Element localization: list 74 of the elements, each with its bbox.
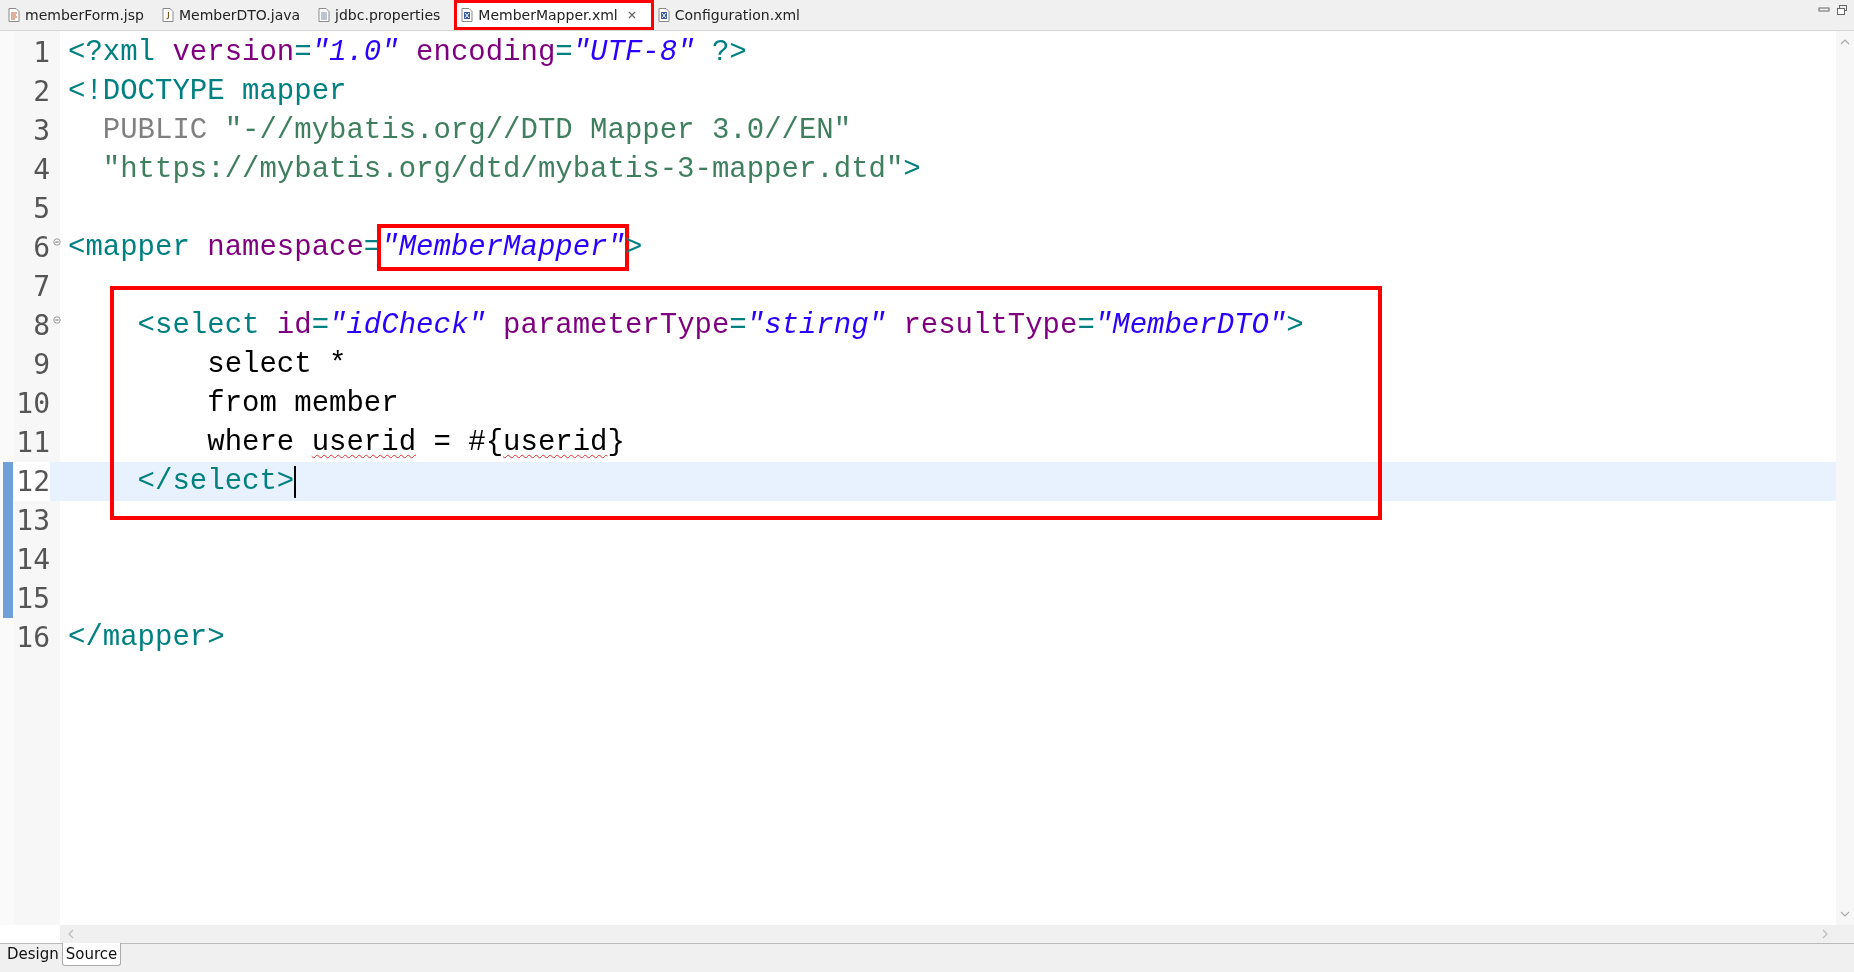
line-number: 16 (15, 620, 50, 656)
line-number: 6 (32, 230, 50, 266)
xml-file-icon (657, 8, 670, 22)
code-token: select * (206, 347, 347, 383)
editor-mode-tab[interactable]: Source (61, 943, 122, 966)
code-token: "MemberDTO" (1094, 308, 1287, 344)
code-token: > (1286, 308, 1304, 344)
code-token: "UTF-8" (572, 35, 695, 71)
code-token: from member (206, 386, 399, 422)
code-token: id (275, 308, 312, 344)
line-number: 2 (32, 74, 50, 110)
line-number: 3 (32, 113, 50, 149)
code-token: encoding (415, 35, 556, 71)
code-token: <mapper (68, 230, 190, 266)
code-token: where (206, 425, 296, 461)
code-token: </mapper> (68, 620, 225, 656)
code-token: "1.0" (311, 35, 399, 71)
line-number: 15 (15, 581, 50, 617)
java-file-icon (161, 8, 174, 22)
scroll-right-icon[interactable] (1822, 929, 1828, 939)
line-number: 5 (32, 191, 50, 227)
code-token: > (903, 152, 921, 188)
code-token: </select> (136, 464, 295, 500)
code-token: = (294, 35, 312, 71)
code-token: userid (311, 425, 417, 461)
line-number: 10 (15, 386, 50, 422)
line-number: 1 (32, 35, 50, 71)
line-number: 12 (14, 462, 50, 501)
code-token: <select (136, 308, 260, 344)
code-token: "stirng" (746, 308, 886, 344)
collapse-icon[interactable] (53, 237, 61, 246)
code-token: = (729, 308, 747, 344)
code-token: ?> (710, 35, 747, 71)
text-cursor (294, 465, 297, 498)
code-token: = (1077, 308, 1095, 344)
editor-tab[interactable]: memberForm.jsp (4, 0, 158, 30)
code-token: parameterType (502, 308, 730, 344)
editor-mode-tab[interactable]: Design (4, 943, 62, 965)
vertical-scrollbar[interactable] (1836, 31, 1854, 925)
code-token: resultType (902, 308, 1078, 344)
file-icon (318, 8, 331, 22)
code-token: } (607, 425, 625, 461)
editor-tab[interactable]: jdbc.properties (314, 0, 455, 30)
restore-icon[interactable] (1836, 4, 1848, 16)
collapse-icon[interactable] (53, 315, 61, 324)
file-icon (8, 8, 20, 22)
scroll-down-icon[interactable] (1840, 911, 1850, 917)
code-token: namespace (206, 230, 364, 266)
scroll-up-icon[interactable] (1840, 39, 1850, 45)
code-token: = (555, 35, 573, 71)
line-number: 9 (32, 347, 50, 383)
code-token: <?xml (68, 35, 155, 71)
line-number: 7 (32, 269, 50, 305)
editor-tab[interactable]: MemberDTO.java (157, 0, 315, 30)
code-token: = (311, 308, 330, 344)
line-number: 4 (32, 152, 50, 188)
line-number: 14 (15, 542, 50, 578)
code-token: "-//mybatis.org//DTD Mapper 3.0//EN" (223, 113, 852, 149)
code-token: "idCheck" (329, 308, 486, 344)
code-token: "https://mybatis.org/dtd/mybatis-3-mapper.dtd" (101, 152, 904, 188)
code-token: = #{ (432, 425, 504, 461)
code-token: version (171, 35, 295, 71)
close-icon[interactable] (626, 10, 637, 20)
editor-tab[interactable]: Configuration.xml (653, 0, 814, 30)
code-token: userid (503, 425, 608, 461)
line-number: 13 (15, 503, 50, 539)
code-token: PUBLIC (101, 113, 208, 149)
editor-tab[interactable]: MemberMapper.xml (454, 0, 654, 30)
line-number: 11 (15, 425, 50, 461)
scroll-left-icon[interactable] (68, 929, 74, 939)
xml-file-icon (461, 8, 474, 22)
line-number: 8 (32, 308, 50, 344)
horizontal-scrollbar[interactable] (60, 925, 1854, 943)
code-token: <!DOCTYPE mapper (68, 74, 347, 110)
